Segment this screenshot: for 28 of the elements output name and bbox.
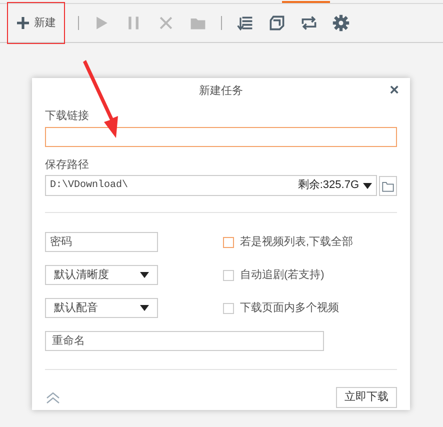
caret-icon bbox=[140, 305, 149, 311]
checkbox[interactable] bbox=[223, 302, 234, 314]
rename-field[interactable]: 重命名 bbox=[45, 331, 324, 351]
chevron-up-icon[interactable] bbox=[45, 390, 61, 404]
field-label: 下载链接 bbox=[45, 108, 89, 124]
plus-icon bbox=[16, 16, 30, 30]
password-field[interactable]: 密码 bbox=[45, 232, 158, 252]
close-button[interactable]: × bbox=[390, 83, 399, 99]
dialog-title: 新建任务 bbox=[199, 84, 243, 99]
field-label: 保存路径 bbox=[45, 158, 89, 172]
caret-icon bbox=[363, 182, 372, 188]
repeat-icon[interactable] bbox=[300, 14, 318, 32]
download-button[interactable]: 立即下载 bbox=[336, 387, 397, 408]
save-path-field[interactable]: D:\VDownload\ 剩余:325.7G bbox=[45, 175, 377, 196]
quality-dropdown[interactable]: 默认清晰度 bbox=[45, 265, 158, 285]
checkbox[interactable] bbox=[223, 236, 234, 248]
audio-dropdown[interactable]: 默认配音 bbox=[45, 298, 158, 318]
new-button[interactable]: 新建 bbox=[14, 9, 58, 37]
list-icon[interactable] bbox=[236, 14, 254, 32]
checkbox[interactable] bbox=[223, 270, 234, 280]
checkbox-label: 自动追剧(若支持) bbox=[240, 268, 324, 283]
caret-icon bbox=[140, 272, 149, 278]
link-field[interactable] bbox=[45, 126, 397, 146]
checkbox-label: 下载页面内多个视频 bbox=[240, 300, 339, 316]
settings-icon[interactable] bbox=[332, 14, 350, 32]
checkbox-label: 若是视频列表,下载全部 bbox=[240, 234, 354, 250]
window-icon[interactable] bbox=[268, 14, 286, 32]
folder-icon[interactable] bbox=[379, 176, 397, 196]
